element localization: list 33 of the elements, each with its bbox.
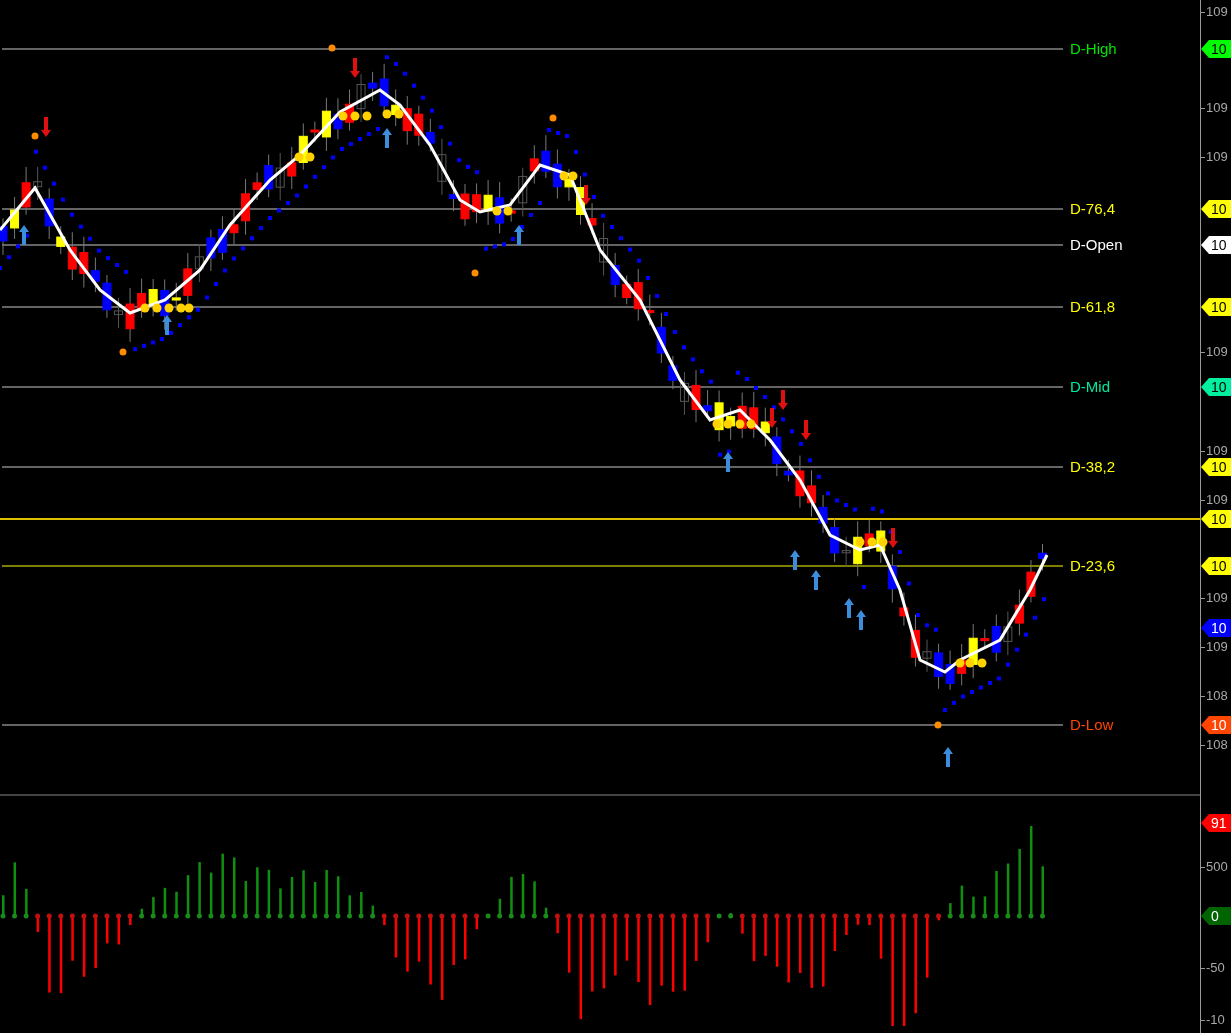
price-tag: 10	[1201, 236, 1231, 254]
axis-tick-label: 109	[1206, 443, 1228, 459]
axis-tick-label: -50	[1206, 960, 1225, 976]
axis-tick-label: -10	[1206, 1012, 1225, 1028]
axis-tick-label: 109	[1206, 4, 1228, 20]
axis-tick-label: 108	[1206, 737, 1228, 753]
axis-tick-label: 109	[1206, 344, 1228, 360]
level-label: D-38,2	[1070, 458, 1116, 476]
axis-tick-label: 108	[1206, 688, 1228, 704]
price-tag: 10	[1201, 510, 1231, 528]
price-tag: 10	[1201, 378, 1231, 396]
price-tag: 10	[1201, 458, 1231, 476]
axis-tick-label: 109	[1206, 639, 1228, 655]
price-tag: 10	[1201, 40, 1231, 58]
price-tag: 10	[1201, 557, 1231, 575]
level-label: D-61,8	[1070, 298, 1116, 316]
axis-tick-label: 109	[1206, 590, 1228, 606]
level-label: D-23,6	[1070, 557, 1116, 575]
level-label: D-Mid	[1070, 378, 1110, 396]
axis-tick-label: 500	[1206, 859, 1228, 875]
price-tag: 10	[1201, 619, 1231, 637]
level-label: D-High	[1070, 40, 1117, 58]
price-tag: 10	[1201, 716, 1231, 734]
value-tag: 0	[1201, 907, 1231, 925]
axis-tick-label: 109	[1206, 100, 1228, 116]
level-label: D-Low	[1070, 716, 1114, 734]
price-tag: 10	[1201, 200, 1231, 218]
level-label: D-Open	[1070, 236, 1123, 254]
value-tag: 91	[1201, 814, 1231, 832]
level-label: D-76,4	[1070, 200, 1116, 218]
price-tag: 10	[1201, 298, 1231, 316]
axis-tick-label: 109	[1206, 492, 1228, 508]
axis-tick-label: 109	[1206, 149, 1228, 165]
